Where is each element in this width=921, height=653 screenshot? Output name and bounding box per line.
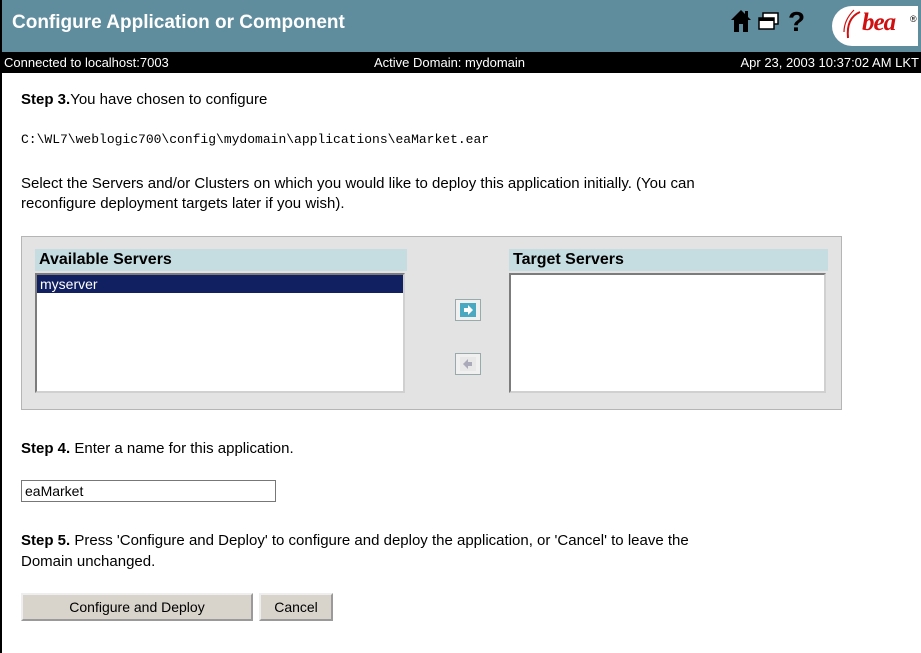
step3-text: You have chosen to configure xyxy=(70,91,268,108)
header-icons: ? xyxy=(730,6,810,39)
application-name-input[interactable]: eaMarket xyxy=(21,480,276,502)
step5-label: Step 5. xyxy=(21,532,71,549)
logo-text: bea xyxy=(862,9,896,36)
connection-status: Connected to localhost:7003 xyxy=(4,55,169,70)
left-border xyxy=(0,0,2,653)
title-bar: Configure Application or Component ? bea… xyxy=(2,0,921,52)
step3-heading: Step 3.You have chosen to configure xyxy=(21,91,267,108)
available-servers-list[interactable]: myserver xyxy=(35,273,405,393)
status-bar: Connected to localhost:7003 Active Domai… xyxy=(2,52,921,73)
svg-text:?: ? xyxy=(788,8,805,36)
step5-line2: Domain unchanged. xyxy=(21,553,156,570)
application-path: C:\WL7\weblogic700\config\mydomain\appli… xyxy=(21,132,490,147)
step5-text: Press 'Configure and Deploy' to configur… xyxy=(74,532,689,549)
add-target-button[interactable] xyxy=(455,299,481,321)
bea-logo: bea ® xyxy=(832,6,918,46)
datetime: Apr 23, 2003 10:37:02 AM LKT xyxy=(740,55,919,70)
step3-instructions-line1: Select the Servers and/or Clusters on wh… xyxy=(21,175,695,192)
target-servers-list[interactable] xyxy=(509,273,826,393)
step4-label: Step 4. xyxy=(21,440,71,457)
target-servers-header: Target Servers xyxy=(509,249,828,271)
arrow-right-icon xyxy=(460,303,476,317)
registered-mark: ® xyxy=(910,14,917,24)
cancel-button[interactable]: Cancel xyxy=(259,593,333,621)
available-servers-header: Available Servers xyxy=(35,249,407,271)
step3-label: Step 3. xyxy=(21,91,71,108)
home-icon[interactable] xyxy=(730,8,752,39)
step4-heading: Step 4. Enter a name for this applicatio… xyxy=(21,440,294,457)
configure-deploy-button[interactable]: Configure and Deploy xyxy=(21,593,253,621)
window-icon[interactable] xyxy=(758,8,780,39)
server-option-myserver[interactable]: myserver xyxy=(37,275,403,293)
server-selector-panel: Available Servers myserver Target Server… xyxy=(21,236,842,410)
page-title: Configure Application or Component xyxy=(12,12,345,33)
step5-line1: Step 5. Press 'Configure and Deploy' to … xyxy=(21,532,689,549)
remove-target-button[interactable] xyxy=(455,353,481,375)
active-domain: Active Domain: mydomain xyxy=(374,55,525,70)
step4-text: Enter a name for this application. xyxy=(74,440,294,457)
help-icon[interactable]: ? xyxy=(786,6,806,41)
arrow-left-icon xyxy=(460,357,476,371)
step3-instructions-line2: reconfigure deployment targets later if … xyxy=(21,195,345,212)
